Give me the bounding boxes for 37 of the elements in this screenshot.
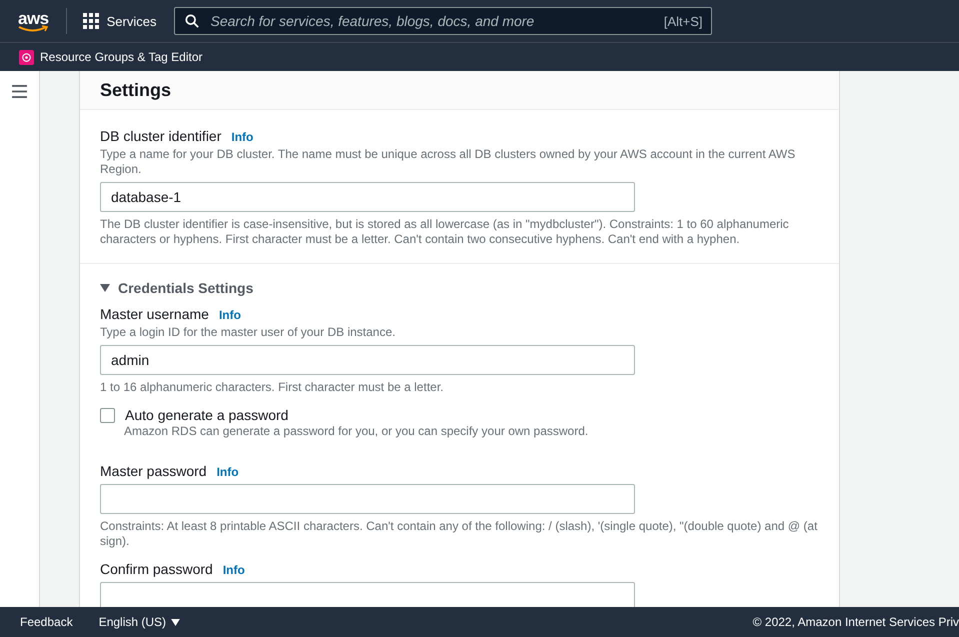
text-input[interactable]	[100, 484, 635, 514]
feedback-link[interactable]: Feedback	[20, 615, 73, 629]
text-input[interactable]: database-1	[100, 182, 635, 212]
checkbox[interactable]	[100, 408, 115, 422]
caret-icon	[171, 618, 180, 626]
field-hint: 1 to 16 alphanumeric characters. First character must be a letter.	[100, 380, 444, 395]
checkbox-description: Amazon RDS can generate a password for you, or you can specify your own password.	[124, 424, 590, 439]
favorite-link[interactable]: Resource Groups & Tag Editor	[19, 50, 203, 64]
caret-icon	[100, 284, 110, 292]
text-input[interactable]: admin	[100, 345, 635, 375]
grid-icon	[82, 13, 99, 29]
service-icon	[19, 50, 34, 64]
search-bar[interactable]: Search for services, features, blogs, docs, and more [Alt+S]	[174, 7, 712, 35]
text-input[interactable]	[100, 582, 635, 607]
info-link[interactable]: Info	[222, 563, 245, 577]
section-toggle[interactable]: Credentials Settings	[100, 280, 254, 296]
field-label: DB cluster identifier	[100, 128, 222, 144]
field-label: Master username	[100, 306, 209, 322]
field-hint: Constraints: At least 8 printable ASCII characters. Can't contain any of the following: / (slash), '(single quote), "(double quote) and @ (at sign).	[100, 519, 818, 549]
search-field[interactable]: Search for services, features, blogs, docs, and more	[208, 12, 664, 30]
field-description: Type a name for your DB cluster. The name must be unique across all DB clusters owned by your AWS account in the current AWS Region.	[100, 147, 796, 177]
info-link[interactable]: Info	[218, 308, 241, 322]
services-button[interactable]: Services	[82, 13, 156, 29]
field-hint: The DB cluster identifier is case-insensitive, but is stored as all lowercase (as in "mydbcluster"). Constraints: 1 to 60 alphanumeric characters or hyphens. First character must be a letter. Can't contain two consecutive hyphens. Can't end with a hyphen.	[100, 217, 790, 247]
language-selector[interactable]: English (US)	[98, 615, 180, 629]
search-icon	[184, 14, 198, 28]
menu-icon[interactable]	[12, 85, 27, 98]
checkbox-label: Auto generate a password	[125, 407, 288, 423]
panel-title: Settings	[100, 80, 172, 100]
copyright-text: © 2022, Amazon Internet Services Priv	[752, 615, 959, 629]
info-link[interactable]: Info	[231, 130, 254, 144]
aws-logo[interactable]: aws	[18, 10, 49, 32]
field-label: Confirm password	[100, 561, 213, 577]
field-label: Master password	[100, 463, 207, 479]
field-description: Type a login ID for the master user of your DB instance.	[100, 325, 396, 340]
shortcut-hint: [Alt+S]	[664, 14, 702, 28]
info-link[interactable]: Info	[216, 465, 239, 479]
